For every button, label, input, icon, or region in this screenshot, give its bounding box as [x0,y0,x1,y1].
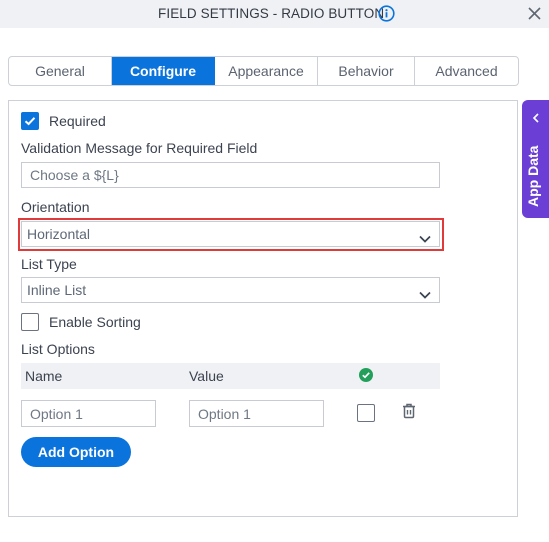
validation-message-label: Validation Message for Required Field [21,140,258,156]
tab-general[interactable]: General [9,57,112,85]
tab-behavior[interactable]: Behavior [318,57,415,85]
close-icon[interactable] [527,6,542,21]
app-data-panel-toggle[interactable]: App Data [522,100,549,218]
enable-sorting-label: Enable Sorting [49,314,141,330]
chevron-left-icon [531,110,541,123]
tab-configure[interactable]: Configure [112,57,215,85]
dialog-header: FIELD SETTINGS - RADIO BUTTON [0,0,549,28]
list-options-header: Name Value [21,363,440,389]
option-value-input[interactable]: Option 1 [189,400,324,427]
orientation-value: Horizontal [27,226,91,242]
dialog-title: FIELD SETTINGS - RADIO BUTTON [158,6,385,21]
validation-message-input[interactable]: Choose a ${L} [21,162,440,188]
list-type-value: Inline List [27,282,87,298]
app-data-label: App Data [525,145,541,207]
required-checkbox[interactable] [21,112,39,130]
info-icon[interactable] [378,5,395,22]
column-value: Value [189,368,224,384]
orientation-label: Orientation [21,199,90,215]
check-circle-icon [359,368,373,382]
tab-appearance[interactable]: Appearance [215,57,318,85]
settings-tabs: General Configure Appearance Behavior Ad… [8,56,519,86]
option-name-input[interactable]: Option 1 [21,400,156,427]
checkmark-icon [24,117,36,126]
chevron-down-icon [419,286,431,299]
chevron-down-icon [419,230,431,243]
orientation-select[interactable]: Horizontal [21,221,440,247]
add-option-button[interactable]: Add Option [21,437,131,467]
list-options-label: List Options [21,341,95,357]
tab-advanced[interactable]: Advanced [415,57,518,85]
trash-icon[interactable] [402,403,416,419]
enable-sorting-checkbox[interactable] [21,313,39,331]
required-label: Required [49,113,106,129]
column-name: Name [25,368,63,384]
option-default-checkbox[interactable] [357,404,375,422]
list-type-label: List Type [21,256,77,272]
list-type-select[interactable]: Inline List [21,277,440,303]
